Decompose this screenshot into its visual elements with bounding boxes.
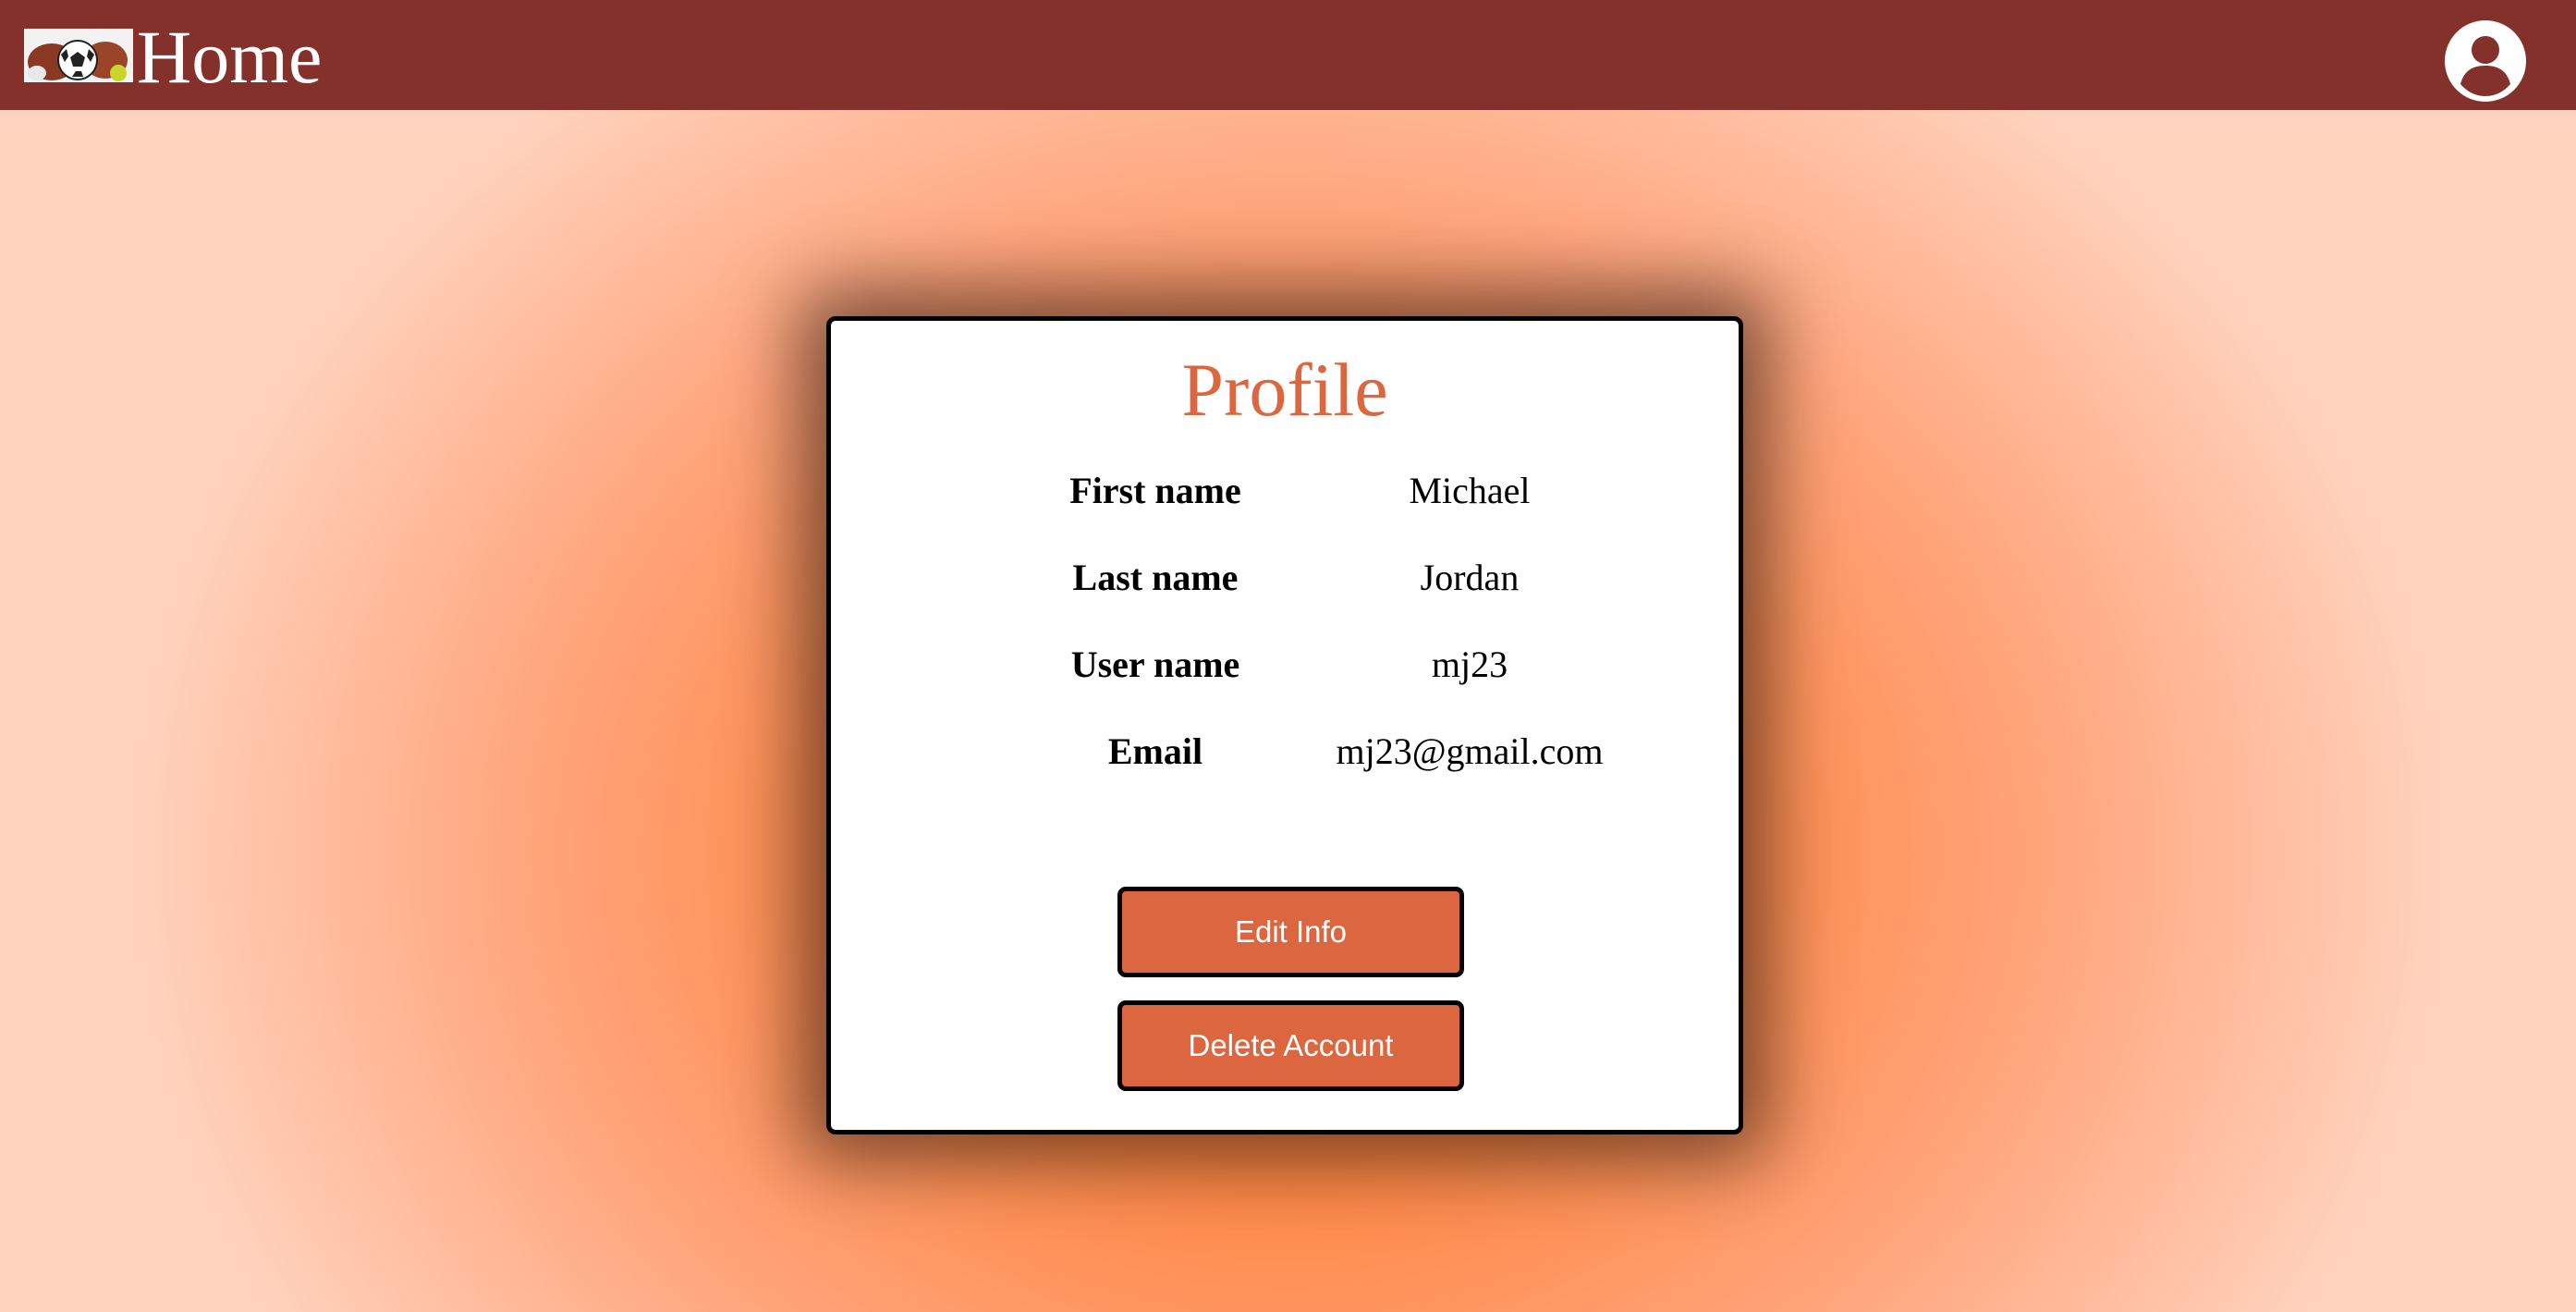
email-label: Email	[1107, 730, 1203, 772]
info-row-last-name: Last name Jordan	[831, 550, 1739, 606]
last-name-label: Last name	[1072, 557, 1239, 598]
logo-icon	[24, 29, 133, 82]
first-name-value: Michael	[1409, 470, 1531, 511]
info-row-first-name: First name Michael	[831, 463, 1739, 519]
user-circle-icon[interactable]	[2444, 19, 2527, 103]
delete-account-button[interactable]: Delete Account	[1117, 1000, 1464, 1091]
info-row-user-name: User name mj23	[831, 637, 1739, 693]
email-value: mj23@gmail.com	[1336, 730, 1604, 772]
first-name-label: First name	[1069, 470, 1241, 511]
home-label: Home	[137, 15, 323, 99]
user-name-label: User name	[1070, 644, 1240, 685]
profile-card: Profile First name Michael Last name Jor…	[826, 316, 1743, 1134]
edit-info-button[interactable]: Edit Info	[1117, 887, 1464, 977]
profile-title: Profile	[1181, 348, 1388, 432]
last-name-value: Jordan	[1420, 557, 1520, 598]
user-name-value: mj23	[1431, 644, 1508, 685]
info-row-email: Email mj23@gmail.com	[831, 724, 1739, 779]
top-navbar: Home	[0, 0, 2576, 110]
home-link[interactable]: Home	[24, 9, 322, 102]
